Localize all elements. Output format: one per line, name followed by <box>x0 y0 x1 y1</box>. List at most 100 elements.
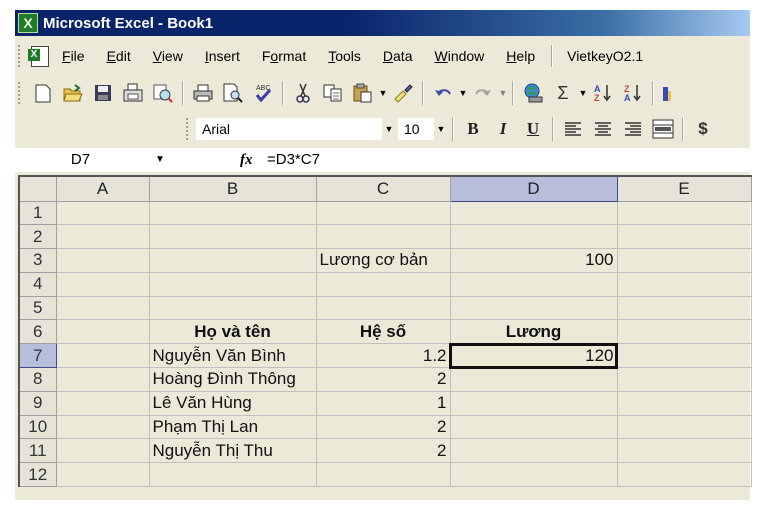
row-header-1[interactable]: 1 <box>18 200 57 226</box>
align-center-icon[interactable] <box>591 117 615 141</box>
cell-a9[interactable] <box>55 390 150 416</box>
cell-c2[interactable] <box>315 224 451 250</box>
menu-edit[interactable]: Edit <box>107 48 131 64</box>
cell-d5[interactable] <box>449 295 618 321</box>
print-icon[interactable] <box>191 81 215 105</box>
format-toolbar-grip-handle[interactable] <box>186 118 192 140</box>
row-header-7[interactable]: 7 <box>18 343 57 369</box>
cell-e7[interactable] <box>616 343 752 369</box>
sort-descending-icon[interactable]: ZA <box>621 81 645 105</box>
column-header-b[interactable]: B <box>148 175 317 202</box>
cell-c10[interactable]: 2 <box>315 414 451 440</box>
undo-dropdown-arrow[interactable]: ▼ <box>458 88 468 98</box>
row-header-3[interactable]: 3 <box>18 248 57 273</box>
formula-input[interactable]: =D3*C7 <box>267 149 320 171</box>
cell-e12[interactable] <box>616 462 752 488</box>
cell-d2[interactable] <box>449 224 618 250</box>
undo-icon[interactable] <box>431 81 455 105</box>
row-header-5[interactable]: 5 <box>18 295 57 321</box>
underline-button[interactable]: U <box>521 117 545 141</box>
cell-c1[interactable] <box>315 200 451 226</box>
cell-b4[interactable] <box>148 271 317 297</box>
cell-a7[interactable] <box>55 343 150 369</box>
cell-b12[interactable] <box>148 462 317 488</box>
cell-d8[interactable] <box>449 367 618 392</box>
cell-e5[interactable] <box>616 295 752 321</box>
row-header-8[interactable]: 8 <box>18 367 57 392</box>
hyperlink-icon[interactable] <box>521 81 545 105</box>
cell-d6[interactable]: Lương <box>449 319 618 345</box>
name-box-dropdown-arrow[interactable]: ▼ <box>155 149 165 171</box>
select-all-corner[interactable] <box>18 175 57 202</box>
cell-b7[interactable]: Nguyễn Văn Bình <box>148 343 317 369</box>
menu-tools[interactable]: Tools <box>328 48 361 64</box>
font-size-dropdown-arrow[interactable]: ▼ <box>434 118 448 140</box>
cell-e9[interactable] <box>616 390 752 416</box>
row-header-12[interactable]: 12 <box>18 462 57 488</box>
row-header-2[interactable]: 2 <box>18 224 57 250</box>
row-header-9[interactable]: 9 <box>18 390 57 416</box>
column-header-c[interactable]: C <box>315 175 451 202</box>
cell-b8[interactable]: Hoàng Đình Thông <box>148 367 317 392</box>
cell-e4[interactable] <box>616 271 752 297</box>
format-painter-icon[interactable] <box>391 81 415 105</box>
merge-and-center-icon[interactable] <box>651 117 675 141</box>
cell-e8[interactable] <box>616 367 752 392</box>
paste-icon[interactable] <box>351 81 375 105</box>
spelling-icon[interactable]: ABC <box>251 81 275 105</box>
italic-button[interactable]: I <box>491 117 515 141</box>
menu-view[interactable]: View <box>153 48 183 64</box>
cell-e6[interactable] <box>616 319 752 345</box>
chart-wizard-icon[interactable] <box>661 81 671 105</box>
cell-d9[interactable] <box>449 390 618 416</box>
cell-a11[interactable] <box>55 438 150 464</box>
cell-c9[interactable]: 1 <box>315 390 451 416</box>
column-header-a[interactable]: A <box>55 175 150 202</box>
row-header-6[interactable]: 6 <box>18 319 57 345</box>
save-icon[interactable] <box>91 81 115 105</box>
permission-icon[interactable] <box>121 81 145 105</box>
row-header-4[interactable]: 4 <box>18 271 57 297</box>
column-header-e[interactable]: E <box>616 175 752 202</box>
cell-c7[interactable]: 1.2 <box>315 343 451 369</box>
autosum-dropdown-arrow[interactable]: ▼ <box>578 88 588 98</box>
print-preview-icon[interactable] <box>221 81 245 105</box>
autosum-icon[interactable]: Σ <box>551 81 575 105</box>
cell-c6[interactable]: Hệ số <box>315 319 451 345</box>
menu-help[interactable]: Help <box>506 48 535 64</box>
cell-e1[interactable] <box>616 200 752 226</box>
cell-a6[interactable] <box>55 319 150 345</box>
toolbar-grip-handle[interactable] <box>18 82 24 104</box>
column-header-d[interactable]: D <box>449 175 618 202</box>
insert-function-icon[interactable]: fx <box>240 149 253 171</box>
font-size-select[interactable]: 10 ▼ <box>398 118 448 140</box>
cell-a2[interactable] <box>55 224 150 250</box>
name-box[interactable]: D7 <box>18 149 143 171</box>
cell-c4[interactable] <box>315 271 451 297</box>
cell-d11[interactable] <box>449 438 618 464</box>
open-icon[interactable] <box>61 81 85 105</box>
font-name-select[interactable]: Arial ▼ <box>196 118 396 140</box>
cell-a10[interactable] <box>55 414 150 440</box>
cell-d1[interactable] <box>449 200 618 226</box>
cell-b10[interactable]: Phạm Thị Lan <box>148 414 317 440</box>
cell-a8[interactable] <box>55 367 150 392</box>
cell-a4[interactable] <box>55 271 150 297</box>
cell-d3[interactable]: 100 <box>449 248 618 273</box>
redo-dropdown-arrow[interactable]: ▼ <box>498 88 508 98</box>
cell-b11[interactable]: Nguyễn Thị Thu <box>148 438 317 464</box>
cell-b1[interactable] <box>148 200 317 226</box>
currency-button[interactable]: $ <box>691 117 715 141</box>
menu-format[interactable]: Format <box>262 48 306 64</box>
row-header-10[interactable]: 10 <box>18 414 57 440</box>
fill-handle[interactable] <box>614 365 616 367</box>
excel-app-icon[interactable]: X <box>18 13 38 33</box>
cell-d12[interactable] <box>449 462 618 488</box>
cell-a5[interactable] <box>55 295 150 321</box>
research-icon[interactable] <box>151 81 175 105</box>
cell-d4[interactable] <box>449 271 618 297</box>
menu-window[interactable]: Window <box>434 48 484 64</box>
cell-c3[interactable]: Lương cơ bản <box>315 248 451 273</box>
cell-e3[interactable] <box>616 248 752 273</box>
menu-data[interactable]: Data <box>383 48 413 64</box>
